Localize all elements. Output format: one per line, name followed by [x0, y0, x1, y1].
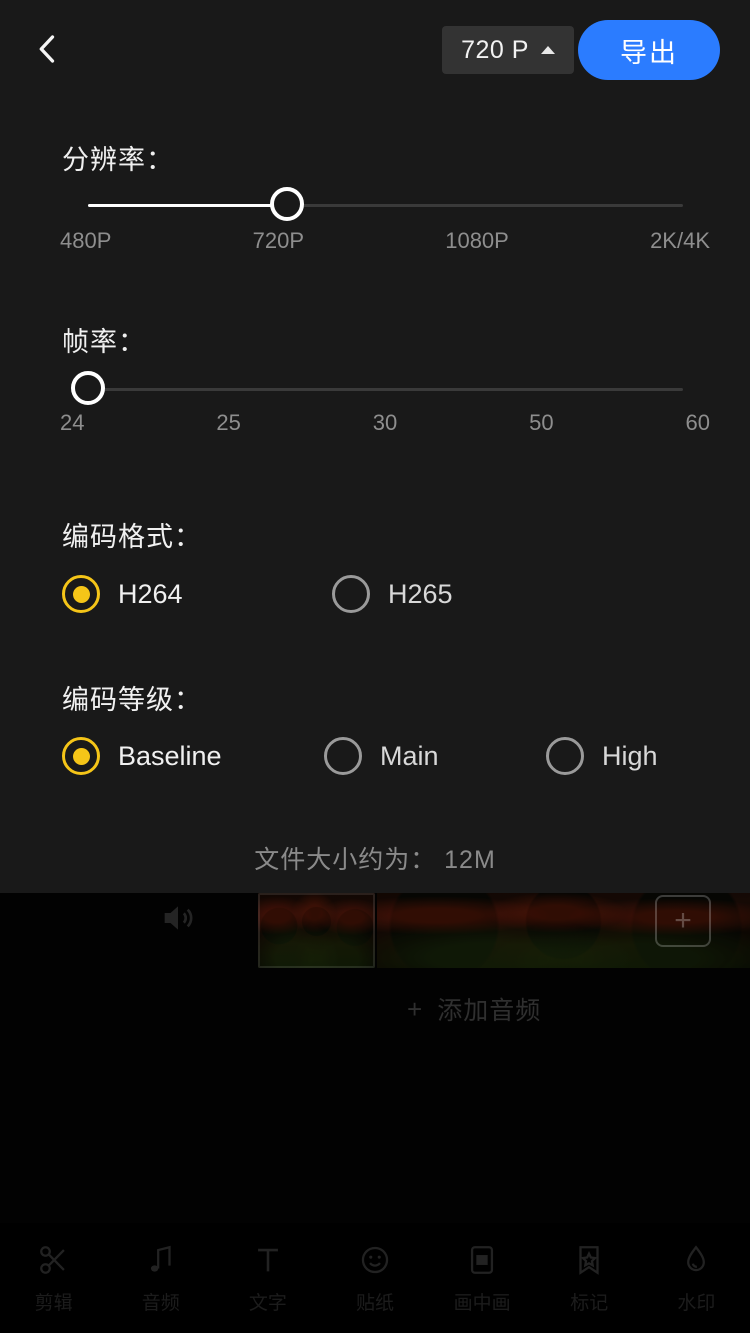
file-size-estimate: 文件大小约为： 12M: [254, 846, 496, 874]
toolbar-item-label: 音频: [141, 1293, 180, 1314]
resolution-tick-labels: 480P 720P 1080P 2K/4K: [60, 228, 710, 254]
caret-up-icon: [540, 46, 555, 54]
smiley-sticker-icon: [356, 1241, 394, 1279]
plus-icon: +: [407, 993, 424, 1024]
tick-label: 480P: [60, 228, 112, 253]
slider-thumb[interactable]: [71, 371, 105, 405]
slider-track-fill: [88, 204, 287, 207]
slider-track: [88, 388, 683, 391]
add-clip-button[interactable]: +: [655, 895, 711, 947]
video-editor-export-screen: + + 添加音频 剪辑 音频 文字 贴纸 画中画 标记 水印 720 P 导出 …: [0, 0, 750, 1333]
slider-thumb[interactable]: [269, 187, 304, 221]
text-t-icon: [249, 1241, 287, 1279]
radio-option-baseline[interactable]: Baseline: [62, 737, 324, 775]
toolbar-item-label: 剪辑: [34, 1293, 73, 1314]
toolbar-item-label: 标记: [570, 1293, 609, 1314]
encoding-format-section-title: 编码格式：: [62, 522, 202, 552]
water-drop-icon: [677, 1241, 715, 1279]
toolbar-item-watermark[interactable]: 水印: [643, 1241, 750, 1315]
back-button[interactable]: [20, 24, 76, 78]
resolution-dropdown[interactable]: 720 P: [442, 26, 574, 74]
tick-label: 30: [372, 410, 398, 435]
toolbar-item-text[interactable]: 文字: [214, 1241, 321, 1315]
resolution-dropdown-value: 720 P: [461, 35, 529, 64]
radio-icon-unselected: [332, 575, 370, 613]
picture-in-picture-icon: [463, 1241, 501, 1279]
export-button-label: 导出: [620, 37, 678, 68]
tick-label: 720P: [252, 228, 304, 253]
radio-option-label: High: [602, 740, 658, 771]
toolbar-item-marker[interactable]: 标记: [536, 1241, 643, 1315]
framerate-tick-labels: 24 25 30 50 60: [60, 410, 710, 436]
toolbar-item-clip[interactable]: 剪辑: [0, 1241, 107, 1315]
toolbar-item-sticker[interactable]: 贴纸: [321, 1241, 428, 1315]
scissors-icon: [35, 1241, 73, 1279]
toolbar-item-label: 文字: [248, 1293, 287, 1314]
toolbar-item-label: 画中画: [453, 1293, 511, 1314]
add-audio-row[interactable]: + 添加音频: [377, 975, 750, 1043]
radio-option-h264[interactable]: H264: [62, 575, 332, 613]
add-audio-label: 添加音频: [437, 997, 542, 1025]
tick-label: 1080P: [445, 228, 509, 253]
radio-option-high[interactable]: High: [546, 737, 658, 775]
radio-icon-unselected: [546, 737, 584, 775]
tick-label: 50: [529, 410, 554, 435]
radio-option-label: Baseline: [118, 740, 222, 771]
speaker-icon[interactable]: [156, 898, 200, 938]
radio-icon-selected: [62, 737, 100, 775]
tick-label: 24: [60, 410, 85, 435]
chevron-left-icon: [30, 31, 66, 72]
export-settings-panel: 720 P 导出 分辨率： 480P 720P 1080P 2K/4K 帧率：: [0, 0, 750, 893]
bookmark-star-icon: [570, 1241, 608, 1279]
radio-icon-selected: [62, 575, 100, 613]
plus-icon: +: [674, 904, 692, 937]
tick-label: 2K/4K: [650, 228, 710, 253]
music-note-icon: [142, 1241, 180, 1279]
radio-option-h265[interactable]: H265: [332, 575, 453, 613]
tick-label: 60: [685, 410, 710, 435]
radio-option-main[interactable]: Main: [324, 737, 546, 775]
panel-header: 720 P 导出: [0, 0, 750, 100]
export-button[interactable]: 导出: [578, 20, 720, 80]
clip-selection-outline: [258, 893, 375, 968]
radio-option-label: H264: [118, 578, 183, 609]
radio-option-label: Main: [380, 740, 439, 771]
encoding-level-options: Baseline Main High: [62, 737, 702, 775]
encoding-level-section-title: 编码等级：: [62, 685, 202, 715]
resolution-section-title: 分辨率：: [62, 145, 174, 175]
tick-label: 25: [216, 410, 241, 435]
radio-option-label: H265: [388, 578, 453, 609]
encoding-format-options: H264 H265: [62, 575, 702, 613]
bottom-toolbar: 剪辑 音频 文字 贴纸 画中画 标记 水印: [0, 1223, 750, 1333]
toolbar-item-label: 水印: [677, 1293, 716, 1314]
toolbar-item-label: 贴纸: [355, 1293, 394, 1314]
radio-icon-unselected: [324, 737, 362, 775]
toolbar-item-audio[interactable]: 音频: [107, 1241, 214, 1315]
toolbar-item-pip[interactable]: 画中画: [429, 1241, 536, 1315]
framerate-section-title: 帧率：: [62, 327, 146, 357]
